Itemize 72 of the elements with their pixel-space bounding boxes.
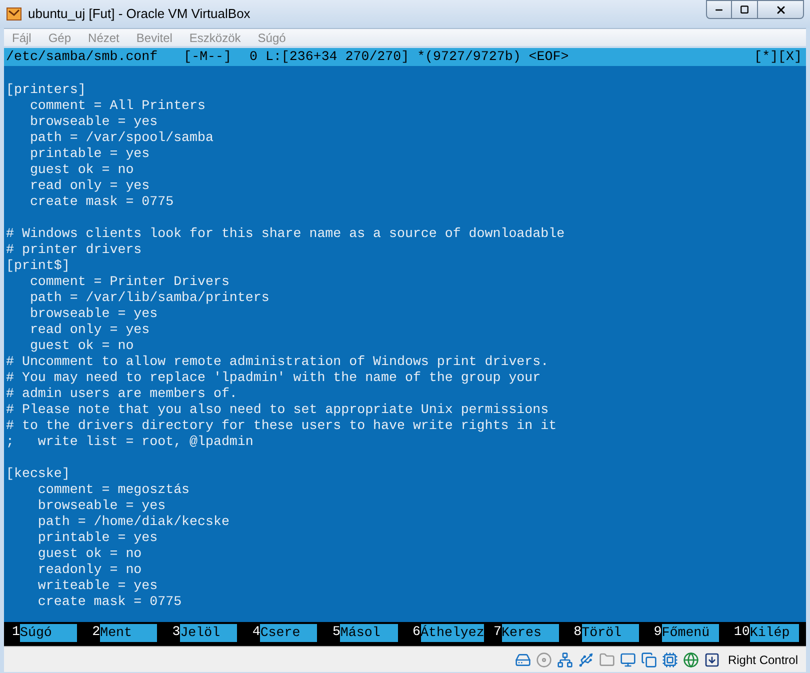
code-line: create mask = 0775 xyxy=(36,594,182,610)
close-icon xyxy=(774,4,786,16)
code-line: # Windows clients look for this share name as a source of downloadable xyxy=(6,226,565,242)
code-line: read only = yes xyxy=(28,178,150,194)
key-number: 10 xyxy=(732,624,750,641)
cursor-position: 0 L:[236+34 270/270] *(9727/9727b) <EOF> xyxy=(250,49,569,65)
function-key[interactable]: Jelöl xyxy=(180,624,238,642)
function-key[interactable]: Töröl xyxy=(582,624,639,642)
function-key[interactable]: Főmenü xyxy=(662,624,719,642)
key-number: 4 xyxy=(251,624,260,641)
function-key[interactable]: Másol xyxy=(340,624,398,642)
disc-icon[interactable] xyxy=(536,652,552,668)
function-key[interactable]: Áthelyez xyxy=(420,624,484,642)
code-line: read only = yes xyxy=(28,322,150,338)
function-key[interactable]: Csere xyxy=(260,624,318,642)
host-key: Right Control xyxy=(728,650,798,668)
code-line: path = /var/spool/samba xyxy=(28,130,214,146)
code-line: # You may need to replace 'lpadmin' with the name of the group your xyxy=(6,370,541,386)
minimize-button[interactable] xyxy=(706,0,732,19)
code-line: browseable = yes xyxy=(28,306,158,322)
network-icon[interactable] xyxy=(556,652,573,668)
function-key[interactable]: Ment xyxy=(100,624,158,642)
code-line: guest ok = no xyxy=(36,546,142,562)
code-line: browseable = yes xyxy=(36,498,166,514)
code-line: # Please note that you also need to set appropriate Unix permissions xyxy=(6,402,549,418)
code-line: printable = yes xyxy=(28,146,150,162)
close-button[interactable] xyxy=(758,0,804,19)
code-line: comment = Printer Drivers xyxy=(28,274,230,290)
code-line: create mask = 0775 xyxy=(28,194,174,210)
code-line: writeable = yes xyxy=(36,578,158,594)
key-number: 8 xyxy=(572,624,582,641)
app-icon xyxy=(6,6,22,22)
key-number: 2 xyxy=(91,624,100,641)
chip-icon[interactable] xyxy=(662,652,678,668)
monitor-icon[interactable] xyxy=(620,652,636,668)
key-number: 5 xyxy=(331,624,340,641)
code-line: # printer drivers xyxy=(6,242,142,258)
code-line: # Uncomment to allow remote administration of Windows print drivers. xyxy=(6,354,549,370)
file-path: /etc/samba/smb.conf xyxy=(6,49,158,65)
function-key[interactable]: Kilép xyxy=(750,624,799,642)
function-key[interactable]: Súgó xyxy=(20,624,78,642)
function-key[interactable]: Keres xyxy=(502,624,559,642)
maximize-icon xyxy=(740,5,749,14)
key-number: 3 xyxy=(171,624,180,641)
code-line: guest ok = no xyxy=(28,162,134,178)
key-number: 6 xyxy=(412,624,421,641)
maximize-button[interactable] xyxy=(732,0,758,19)
windows-icon[interactable] xyxy=(640,652,657,668)
usb-icon[interactable] xyxy=(578,652,594,668)
code-line: browseable = yes xyxy=(28,114,158,130)
code-line: comment = megosztás xyxy=(36,482,190,498)
code-line: # admin users are members of. xyxy=(6,386,238,402)
folder-icon[interactable] xyxy=(598,652,615,668)
code-line: # to the drivers directory for these users to have write rights in it xyxy=(6,418,557,434)
code-line: [kecske] xyxy=(6,466,70,482)
window-controls[interactable]: [*][X] xyxy=(754,49,802,65)
code-line: readonly = no xyxy=(36,562,142,578)
code-line: [printers] xyxy=(6,82,86,98)
code-line: printable = yes xyxy=(36,530,158,546)
globe-icon[interactable] xyxy=(682,652,699,668)
code-line: guest ok = no xyxy=(28,338,134,354)
key-number: 1 xyxy=(11,624,20,641)
code-line: path = /var/lib/samba/printers xyxy=(28,290,270,306)
code-line: ; write list = root, @lpadmin xyxy=(6,434,254,450)
code-line: [print$] xyxy=(6,258,70,274)
code-line: comment = All Printers xyxy=(28,98,206,114)
edit-mode: [-M--] xyxy=(184,49,232,65)
download-icon[interactable] xyxy=(704,652,720,668)
window-title: ubuntu_uj [Fut] - Oracle VM VirtualBox xyxy=(28,5,250,24)
key-number: 9 xyxy=(652,624,662,641)
key-number: 7 xyxy=(492,624,502,641)
code-line: path = /home/diak/kecske xyxy=(36,514,230,530)
